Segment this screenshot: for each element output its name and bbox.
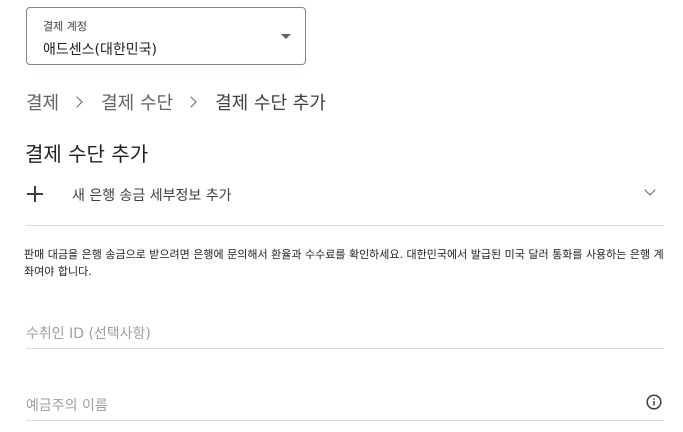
caret-down-icon	[281, 34, 291, 39]
breadcrumb-add-payment-method: 결제 수단 추가	[215, 93, 326, 114]
info-icon[interactable]	[646, 394, 662, 410]
chevron-right-icon	[185, 96, 197, 108]
account-holder-name-field[interactable]: 예금주의 이름	[26, 387, 664, 421]
add-bank-transfer-details-button[interactable]: 새 은행 송금 세부정보 추가	[26, 176, 664, 226]
page: 결제 계정 애드센스(대한민국) 결제 결제 수단 결제 수단 추가 결제 수단…	[0, 0, 683, 432]
bank-transfer-info-text: 판매 대금을 은행 송금으로 받으려면 은행에 문의해서 환율과 수수료를 확인…	[24, 248, 664, 278]
page-title: 결제 수단 추가	[25, 142, 149, 166]
chevron-right-icon	[71, 96, 83, 108]
payment-account-label: 결제 계정	[43, 20, 87, 33]
account-holder-name-placeholder: 예금주의 이름	[26, 398, 108, 414]
payment-account-select[interactable]: 결제 계정 애드센스(대한민국)	[26, 7, 306, 65]
add-bank-transfer-label: 새 은행 송금 세부정보 추가	[72, 188, 232, 204]
breadcrumb-payment-methods[interactable]: 결제 수단	[101, 89, 173, 115]
breadcrumb-payments[interactable]: 결제	[26, 89, 59, 115]
chevron-down-icon[interactable]	[644, 184, 656, 196]
payee-id-placeholder: 수취인 ID (선택사항)	[26, 326, 151, 342]
payee-id-field[interactable]: 수취인 ID (선택사항)	[26, 315, 664, 349]
plus-icon	[26, 185, 44, 203]
breadcrumb: 결제 결제 수단 결제 수단 추가	[26, 89, 326, 115]
payment-account-value: 애드센스(대한민국)	[43, 42, 157, 58]
